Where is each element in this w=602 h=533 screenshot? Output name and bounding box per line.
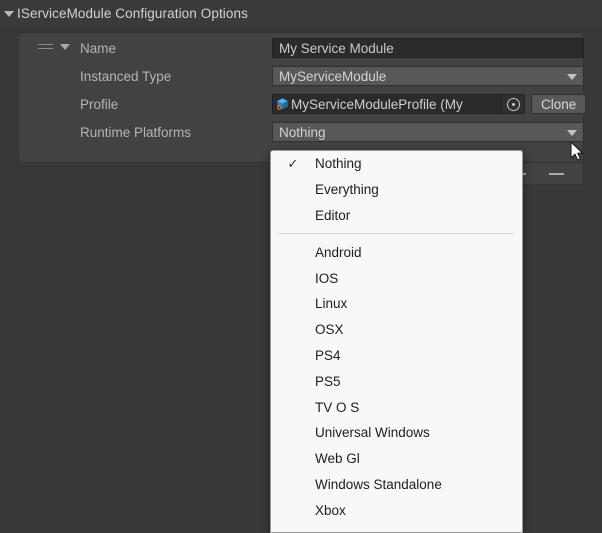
instanced-type-value: MyServiceModule — [279, 68, 387, 84]
object-picker-icon[interactable] — [502, 95, 524, 113]
menu-item-label: Web Gl — [315, 451, 360, 467]
field-wrapper-instanced-type: MyServiceModule — [272, 66, 584, 86]
field-label-instanced-type: Instanced Type — [80, 68, 172, 84]
clone-button[interactable]: Clone — [531, 94, 587, 114]
menu-item-label: PS5 — [315, 373, 341, 389]
menu-item-ps5[interactable]: PS5 — [271, 368, 522, 394]
menu-item-editor[interactable]: Editor — [271, 203, 522, 229]
chevron-down-icon — [567, 130, 577, 136]
menu-item-webgl[interactable]: Web Gl — [271, 446, 522, 472]
page-title: IServiceModule Configuration Options — [17, 6, 248, 21]
menu-item-label: TV O S — [315, 399, 360, 415]
triangle-down-icon[interactable] — [2, 0, 16, 27]
menu-item-nothing[interactable]: ✓ Nothing — [271, 151, 522, 177]
profile-object-field[interactable]: MyServiceModuleProfile (My — [272, 94, 525, 114]
menu-item-linux[interactable]: Linux — [271, 291, 522, 317]
menu-item-label: Xbox — [315, 502, 346, 518]
menu-item-label: Universal Windows — [315, 425, 430, 441]
menu-item-universal-windows[interactable]: Universal Windows — [271, 420, 522, 446]
menu-item-label: Editor — [315, 207, 351, 223]
dropdown-group-platforms: Android IOS Linux OSX PS4 PS5 TV O S Uni… — [271, 239, 522, 523]
scriptable-object-icon — [276, 97, 288, 110]
menu-item-label: Everything — [315, 182, 379, 198]
menu-item-label: IOS — [315, 270, 339, 286]
dropdown-group-general: ✓ Nothing Everything Editor — [271, 151, 522, 228]
menu-item-android[interactable]: Android — [271, 239, 522, 265]
reorderable-list-panel: Name My Service Module Instanced Type My… — [18, 32, 587, 163]
section-header[interactable]: IServiceModule Configuration Options — [0, 0, 602, 27]
menu-item-label: Android — [315, 244, 362, 260]
instanced-type-dropdown[interactable]: MyServiceModule — [272, 66, 584, 86]
menu-item-ios[interactable]: IOS — [271, 265, 522, 291]
menu-item-everything[interactable]: Everything — [271, 177, 522, 203]
list-row-runtime-platforms: Runtime Platforms Nothing — [19, 119, 585, 145]
chevron-down-icon — [567, 74, 577, 80]
field-label-name: Name — [80, 40, 117, 56]
name-input[interactable]: My Service Module — [272, 38, 584, 58]
list-row-name: Name My Service Module — [19, 35, 585, 61]
field-wrapper-runtime-platforms: Nothing — [272, 122, 584, 142]
menu-item-label: OSX — [315, 322, 344, 338]
list-row-instanced-type: Instanced Type MyServiceModule — [19, 63, 585, 89]
menu-item-windows-standalone[interactable]: Windows Standalone — [271, 472, 522, 498]
runtime-platforms-dropdown-menu: ✓ Nothing Everything Editor Android IOS … — [270, 150, 523, 533]
field-label-runtime-platforms: Runtime Platforms — [80, 124, 192, 140]
menu-item-tvos[interactable]: TV O S — [271, 394, 522, 420]
drag-handle-icon[interactable] — [38, 44, 53, 52]
triangle-down-icon[interactable] — [60, 44, 70, 50]
runtime-platforms-value: Nothing — [279, 124, 326, 140]
menu-item-label: Linux — [315, 296, 348, 312]
menu-separator — [279, 233, 514, 235]
field-label-profile: Profile — [80, 96, 119, 112]
menu-item-osx[interactable]: OSX — [271, 317, 522, 343]
field-wrapper-name: My Service Module — [272, 38, 584, 58]
menu-item-ps4[interactable]: PS4 — [271, 343, 522, 369]
check-icon: ✓ — [287, 155, 299, 171]
menu-item-label: Nothing — [315, 156, 362, 172]
list-row-profile: Profile MyServiceModuleProfile (My Clone — [19, 91, 587, 117]
field-wrapper-profile: MyServiceModuleProfile (My Clone — [272, 94, 587, 114]
menu-item-label: PS4 — [315, 347, 341, 363]
minus-icon[interactable] — [549, 166, 565, 182]
menu-item-xbox[interactable]: Xbox — [271, 497, 522, 523]
runtime-platforms-dropdown[interactable]: Nothing — [272, 122, 584, 142]
menu-item-label: Windows Standalone — [315, 476, 442, 492]
profile-object-name: MyServiceModuleProfile (My — [291, 96, 463, 112]
